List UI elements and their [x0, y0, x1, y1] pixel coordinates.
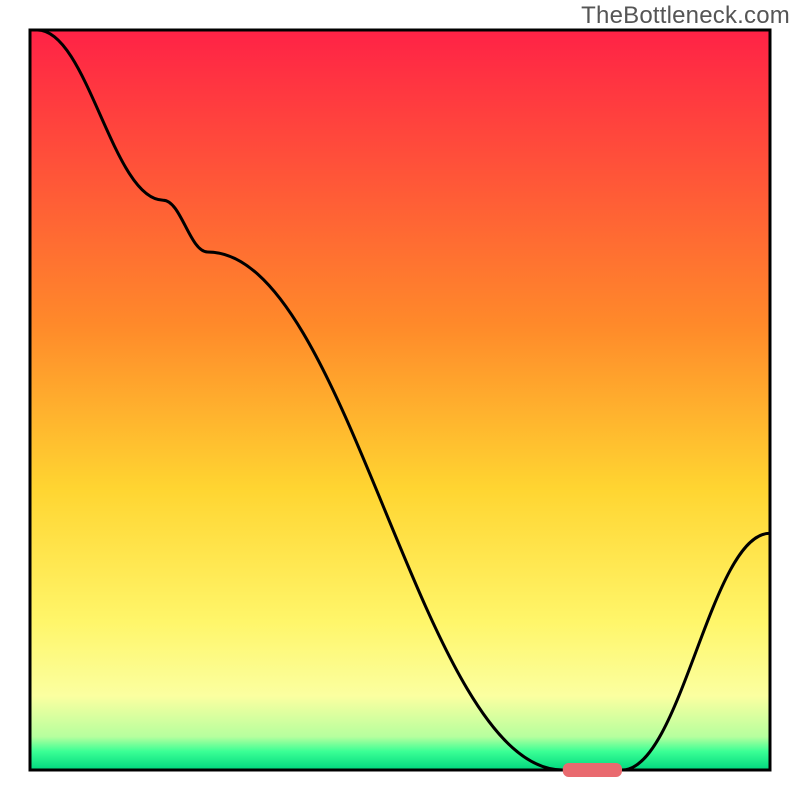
optimal-marker — [563, 763, 622, 777]
plot-background — [30, 30, 770, 770]
bottleneck-chart — [0, 0, 800, 800]
watermark-text: TheBottleneck.com — [581, 2, 790, 30]
